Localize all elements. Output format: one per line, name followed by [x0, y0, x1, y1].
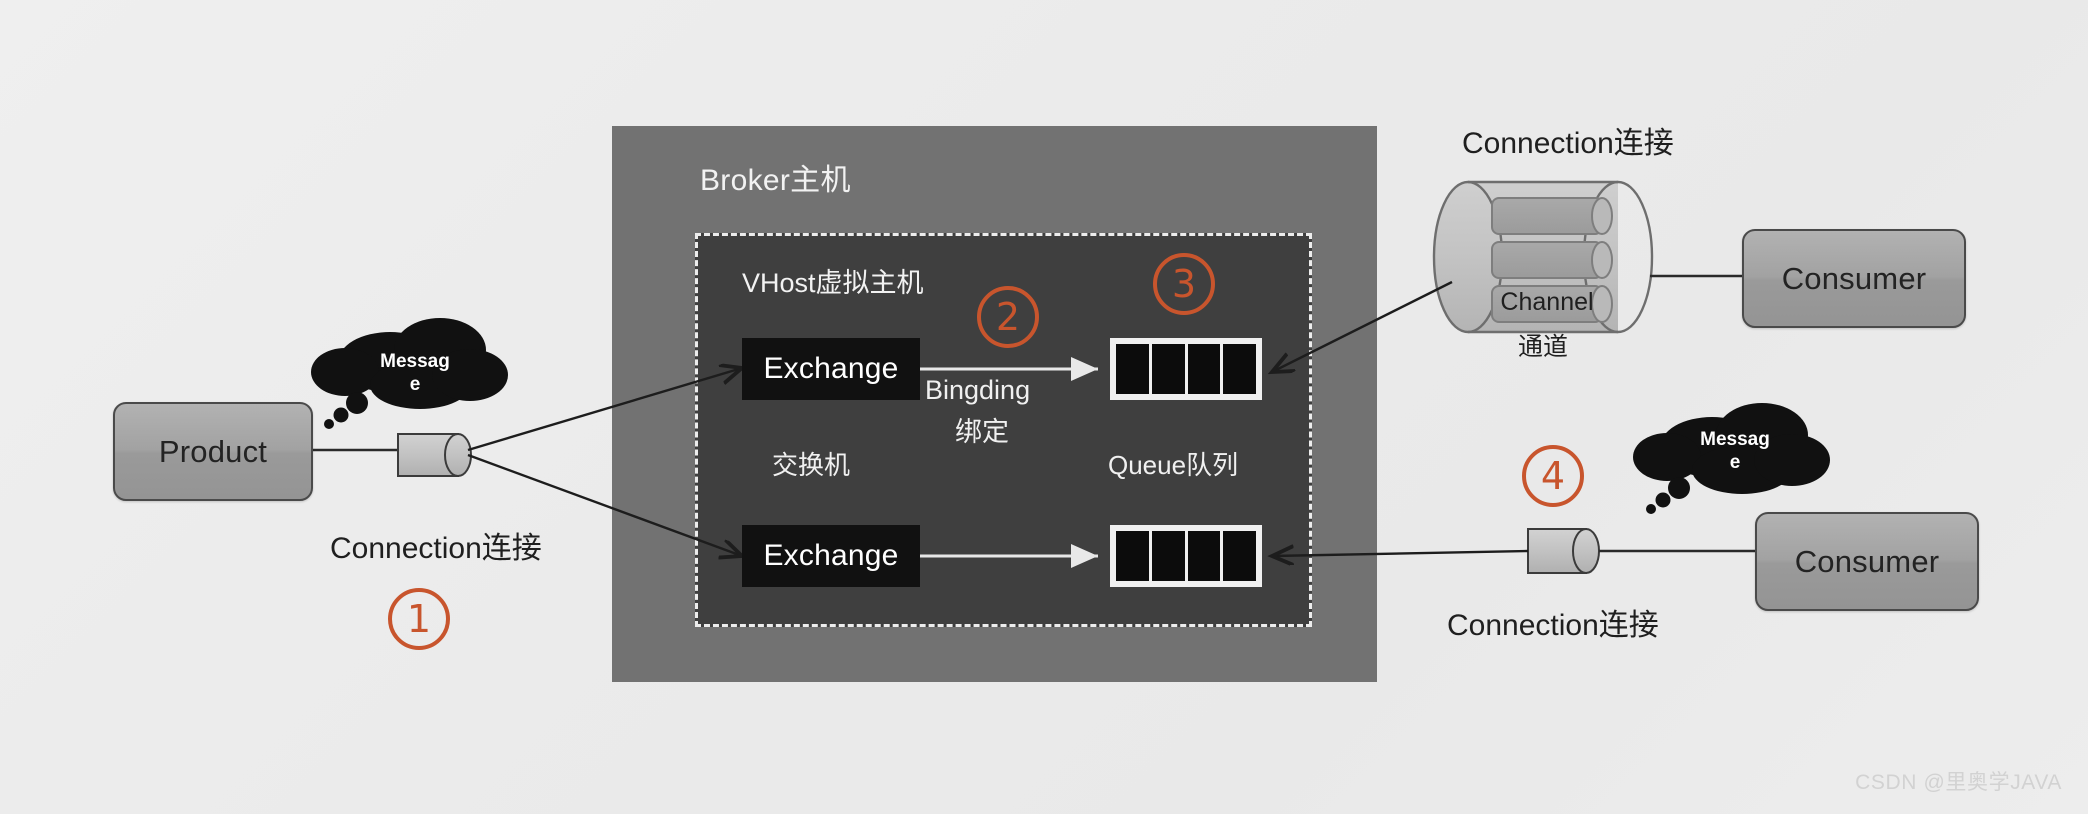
message-cloud-right-line2: e [1729, 452, 1741, 473]
queue-cell [1116, 531, 1149, 581]
step-marker-4: 4 [1522, 445, 1584, 507]
product-node[interactable]: Product [113, 402, 313, 501]
message-cloud-left-text: Messag e [325, 350, 505, 396]
binding-label-cn: 绑定 [955, 417, 1009, 447]
step-marker-1: 1 [388, 588, 450, 650]
connection-label-left: Connection连接 [330, 532, 542, 565]
exchange-bottom-label: Exchange [763, 539, 899, 572]
edge-channel-to-queue-top [1272, 280, 1453, 372]
queue-box-bottom[interactable] [1110, 525, 1262, 587]
edge-connection-to-queue-bottom [1272, 551, 1529, 556]
message-cloud-left: Messag e [325, 330, 505, 416]
queue-label-cn: Queue队列 [1108, 450, 1239, 480]
connection-label-bottom-right: Connection连接 [1447, 609, 1659, 642]
queue-cell [1187, 531, 1221, 581]
channel-label-cn: 通道 [1517, 333, 1568, 361]
exchange-label-cn: 交换机 [772, 450, 851, 480]
message-cloud-left-line1: Messag [380, 351, 450, 372]
connection-cylinder-right [1527, 528, 1600, 574]
watermark: CSDN @里奥学JAVA [1855, 771, 2062, 794]
consumer-node-bottom[interactable]: Consumer [1755, 512, 1979, 611]
queue-cell [1151, 344, 1185, 394]
queue-cell [1116, 344, 1149, 394]
inner-channel-1 [1491, 197, 1613, 235]
exchange-box-top[interactable]: Exchange [742, 338, 920, 400]
message-cloud-right-text: Messag e [1645, 428, 1825, 474]
connection-label-top-right: Connection连接 [1462, 127, 1674, 160]
queue-box-top[interactable] [1110, 338, 1262, 400]
step-marker-2: 2 [977, 286, 1039, 348]
inner-channel-2 [1491, 241, 1613, 279]
consumer-top-label: Consumer [1781, 260, 1927, 296]
message-cloud-right-line1: Messag [1700, 429, 1770, 450]
message-cloud-left-line2: e [409, 374, 421, 395]
queue-cell [1187, 344, 1221, 394]
step-marker-3: 3 [1153, 253, 1215, 315]
consumer-node-top[interactable]: Consumer [1742, 229, 1966, 328]
connector-layer [309, 180, 1830, 574]
connection-cylinder-left [397, 433, 472, 477]
product-label: Product [158, 433, 268, 469]
edge-connection-to-exchange-top [467, 368, 742, 452]
exchange-box-bottom[interactable]: Exchange [742, 525, 920, 587]
queue-cell [1223, 531, 1256, 581]
exchange-top-label: Exchange [763, 352, 899, 385]
diagram-canvas: Broker主机 VHost虚拟主机 Exchange Exchange Bin… [0, 0, 2088, 814]
consumer-bottom-label: Consumer [1794, 543, 1940, 579]
binding-label-en: Bingding [925, 375, 1031, 405]
message-cloud-right: Messag e [1645, 408, 1825, 494]
queue-cell [1223, 344, 1256, 394]
channel-label-en: Channel [1500, 288, 1594, 316]
queue-cell [1151, 531, 1185, 581]
